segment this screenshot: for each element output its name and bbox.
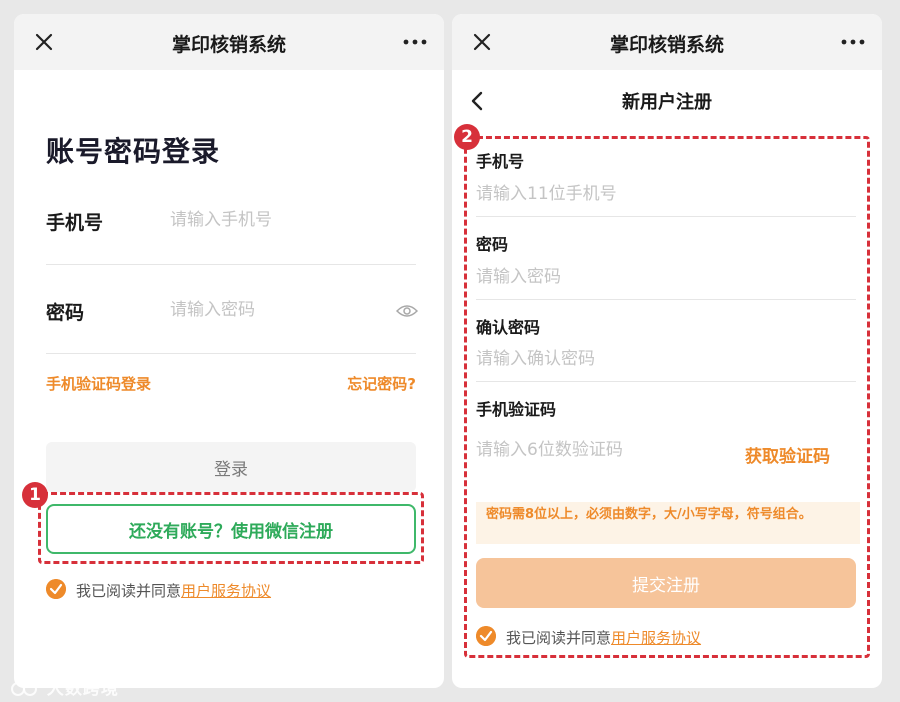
check-icon[interactable]	[46, 579, 66, 599]
watermark-logo	[11, 682, 37, 696]
phone-label: 手机号	[46, 212, 104, 234]
password-label: 密码	[476, 235, 509, 254]
confirm-password-label: 确认密码	[476, 318, 541, 337]
agreement-text: 我已阅读并同意用户服务协议	[506, 627, 701, 648]
divider	[476, 216, 856, 217]
password-hint: 密码需8位以上，必须由数字，大/小写字母，符号组合。	[476, 502, 860, 544]
sms-code-input[interactable]	[476, 436, 726, 464]
divider	[476, 299, 856, 300]
window-title: 掌印核销系统	[609, 34, 724, 56]
step-badge: 2	[454, 124, 480, 150]
title-bar: 掌印核销系统	[14, 14, 444, 70]
agreement-link[interactable]: 用户服务协议	[611, 629, 701, 647]
confirm-password-input[interactable]	[476, 345, 726, 373]
page-title: 新用户注册	[622, 92, 712, 113]
get-code-button[interactable]: 获取验证码	[745, 442, 830, 467]
title-bar: 掌印核销系统	[452, 14, 882, 70]
watermark-text: 大数跨境	[46, 679, 119, 699]
page-title: 账号密码登录	[46, 135, 221, 168]
eye-icon[interactable]	[396, 303, 418, 319]
sms-code-label: 手机验证码	[476, 400, 557, 419]
password-input[interactable]	[170, 295, 380, 325]
step-badge: 1	[22, 482, 48, 508]
wechat-register-button[interactable]: 还没有账号？使用微信注册	[46, 504, 416, 554]
agreement-text: 我已阅读并同意用户服务协议	[76, 580, 271, 601]
password-input[interactable]	[476, 263, 726, 291]
watermark: 大数跨境	[10, 674, 119, 699]
phone-input[interactable]	[170, 205, 380, 235]
register-screen: 掌印核销系统 新用户注册 2 手机号 密码 确认密码 手机验证码 获取验证码 密…	[452, 14, 882, 688]
phone-label: 手机号	[476, 152, 525, 171]
login-screen: 掌印核销系统 账号密码登录 手机号 密码 手机验证码登录 忘记密码? 登录 1 …	[14, 14, 444, 688]
forgot-password-link[interactable]: 忘记密码?	[347, 373, 416, 394]
submit-register-button[interactable]: 提交注册	[476, 558, 856, 608]
agreement-prefix: 我已阅读并同意	[76, 582, 182, 600]
divider	[46, 264, 416, 265]
password-label: 密码	[46, 302, 85, 324]
divider	[46, 353, 416, 354]
more-icon[interactable]	[402, 32, 428, 52]
window-title: 掌印核销系统	[171, 34, 286, 56]
check-icon[interactable]	[476, 626, 496, 646]
divider	[476, 381, 856, 382]
more-icon[interactable]	[840, 32, 866, 52]
sms-login-link[interactable]: 手机验证码登录	[46, 373, 151, 394]
login-button[interactable]: 登录	[46, 442, 416, 492]
agreement-prefix: 我已阅读并同意	[506, 629, 612, 647]
phone-input[interactable]	[476, 180, 726, 208]
agreement-link[interactable]: 用户服务协议	[181, 582, 271, 600]
